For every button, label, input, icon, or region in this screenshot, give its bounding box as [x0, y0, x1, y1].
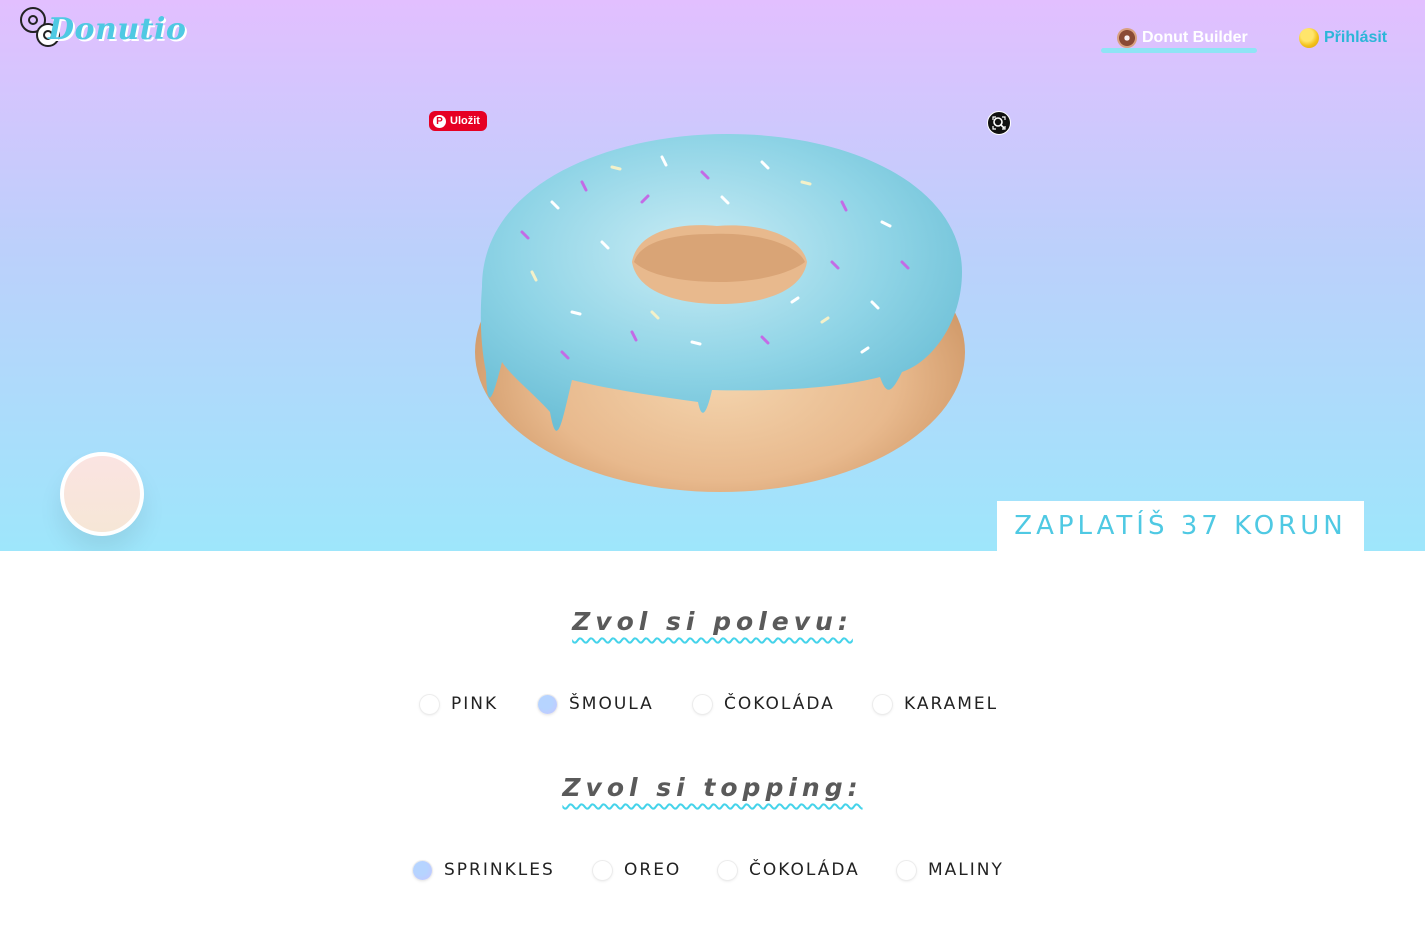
radio-button[interactable]	[693, 694, 712, 714]
donut-preview-image	[475, 134, 965, 492]
nav-login-label: Přihlásit	[1324, 29, 1388, 46]
radio-button[interactable]	[873, 694, 892, 714]
radio-button[interactable]	[718, 860, 737, 880]
radio-button[interactable]	[420, 694, 439, 714]
topping-option-cokolada[interactable]: ČOKOLÁDA	[718, 860, 860, 880]
glaze-option-karamel[interactable]: KARAMEL	[873, 694, 998, 714]
brand-name: Donutio	[48, 12, 187, 47]
radio-button-selected[interactable]	[538, 694, 557, 714]
coin-icon	[1299, 28, 1319, 48]
topping-option-sprinkles[interactable]: SPRINKLES	[413, 860, 555, 880]
lens-icon	[992, 116, 1006, 130]
nav-login[interactable]: Přihlásit	[1299, 28, 1387, 48]
hero-banner: Donutio Donut Builder Přihlásit P Uložit	[0, 0, 1425, 551]
glaze-option-cokolada[interactable]: ČOKOLÁDA	[693, 694, 835, 714]
glaze-option-label: ČOKOLÁDA	[724, 694, 835, 714]
radio-button[interactable]	[897, 860, 916, 880]
logo[interactable]: Donutio	[18, 2, 198, 52]
topping-option-oreo[interactable]: OREO	[593, 860, 681, 880]
price-box: ZAPLATÍŠ 37 KORUN	[997, 501, 1364, 551]
visual-search-button[interactable]	[987, 111, 1011, 135]
glaze-option-smoula[interactable]: ŠMOULA	[538, 694, 654, 714]
topping-option-label: OREO	[624, 860, 682, 880]
nav-donut-builder[interactable]: Donut Builder	[1117, 28, 1248, 48]
glaze-option-label: ŠMOULA	[569, 694, 654, 714]
glaze-option-label: KARAMEL	[904, 694, 999, 714]
glaze-color-swatch[interactable]	[60, 452, 144, 536]
nav-active-indicator	[1101, 48, 1257, 53]
glaze-option-pink[interactable]: PINK	[420, 694, 498, 714]
price-label: ZAPLATÍŠ 37 KORUN	[1014, 511, 1347, 541]
topping-option-label: ČOKOLÁDA	[749, 860, 860, 880]
topping-section-title: Zvol si topping:	[562, 773, 863, 802]
glaze-option-label: PINK	[451, 694, 499, 714]
topping-option-label: MALINY	[928, 860, 1004, 880]
radio-button-selected[interactable]	[413, 860, 432, 880]
donut-icon	[1117, 28, 1137, 48]
topping-option-maliny[interactable]: MALINY	[897, 860, 1004, 880]
nav-donut-builder-label: Donut Builder	[1142, 29, 1248, 46]
topping-option-label: SPRINKLES	[444, 860, 555, 880]
glaze-section-title: Zvol si polevu:	[572, 607, 853, 636]
radio-button[interactable]	[593, 860, 612, 880]
pinterest-icon: P	[433, 114, 446, 128]
